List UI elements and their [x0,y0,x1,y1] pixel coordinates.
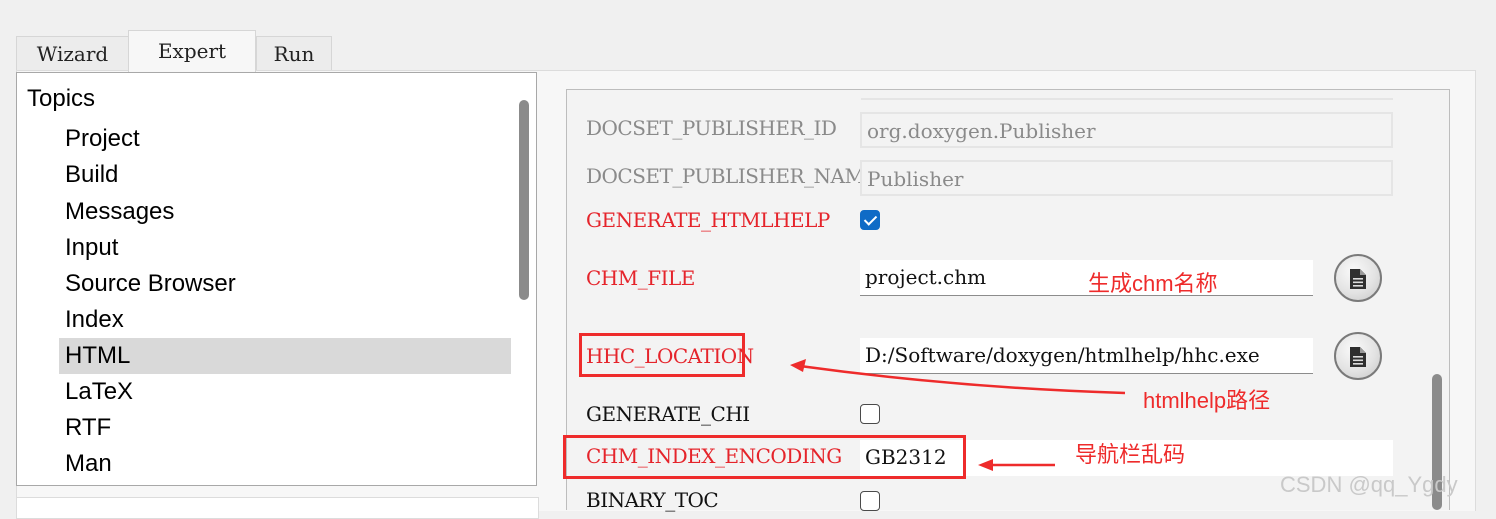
htmlhelp-arrow-head [790,359,806,372]
annotation-arrows [790,359,1126,471]
htmlhelp-arrow-line [799,364,1126,395]
watermark: CSDN @qq_Ygdy [1280,472,1458,497]
tab-expert[interactable]: Expert [128,30,256,72]
encoding-arrow-head [978,459,993,471]
